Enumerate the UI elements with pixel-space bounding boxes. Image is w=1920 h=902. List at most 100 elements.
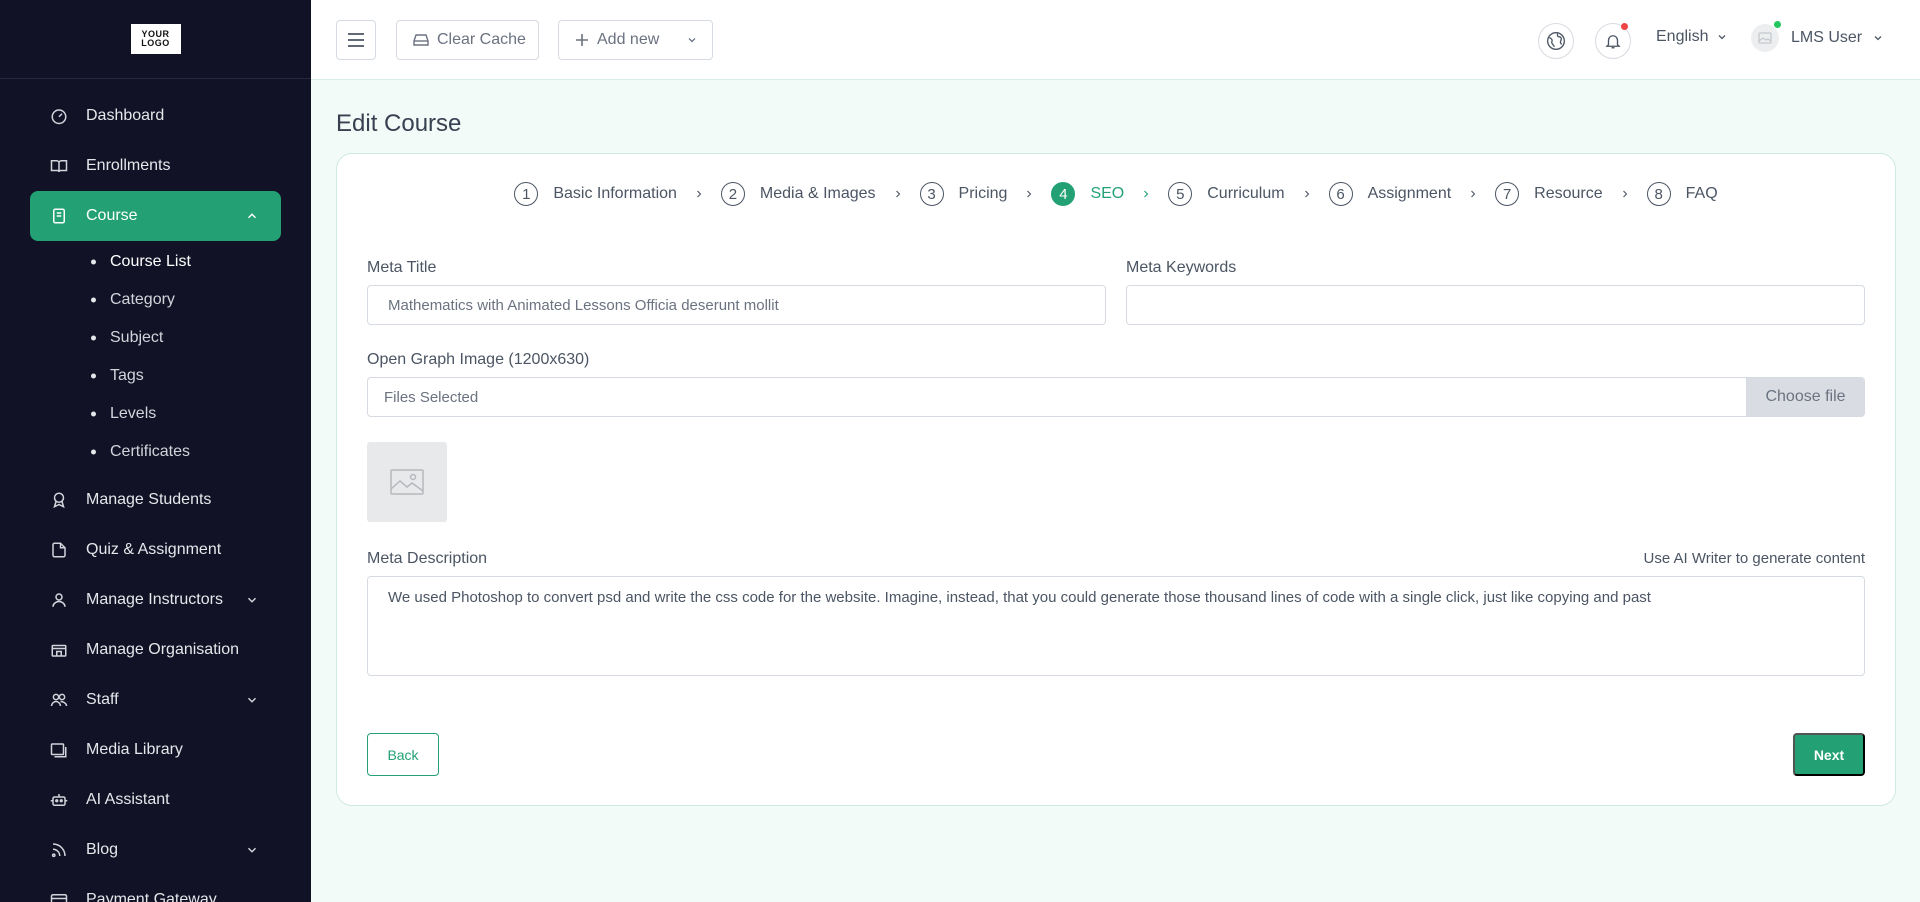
chevron-down-icon xyxy=(1874,36,1882,41)
submenu-item-subject[interactable]: Subject xyxy=(0,319,311,357)
avatar-placeholder-icon xyxy=(1758,32,1772,44)
credit-card-icon xyxy=(50,891,68,902)
meta-title-input[interactable]: Mathematics with Animated Lessons Offici… xyxy=(367,285,1106,325)
step-number: 7 xyxy=(1495,182,1520,206)
back-button[interactable]: Back xyxy=(367,733,439,776)
online-status-dot xyxy=(1774,21,1781,28)
book-open-icon xyxy=(50,157,68,175)
sidebar-item-blog[interactable]: Blog xyxy=(30,825,281,875)
step-number: 3 xyxy=(919,182,944,206)
course-submenu: Course List Category Subject Tags Levels… xyxy=(0,241,311,475)
file-icon xyxy=(50,541,68,559)
step-number: 8 xyxy=(1646,182,1671,206)
image-placeholder-icon xyxy=(390,469,424,495)
sidebar: YOUR LOGO Dashboard Enrollments Course C… xyxy=(0,0,311,902)
sidebar-item-label: Enrollments xyxy=(86,157,171,174)
sidebar-item-label: Dashboard xyxy=(86,107,165,124)
page-title: Edit Course xyxy=(336,110,462,137)
hamburger-icon xyxy=(348,33,364,47)
user-menu[interactable]: LMS User xyxy=(1751,21,1884,52)
logo[interactable]: YOUR LOGO xyxy=(130,24,181,54)
chevron-right-icon xyxy=(693,187,705,201)
sidebar-item-label: Blog xyxy=(86,841,119,858)
meta-description-label: Meta Description xyxy=(367,550,488,567)
sidebar-item-label: Staff xyxy=(86,691,119,708)
user-icon xyxy=(50,591,68,609)
chevron-down-icon xyxy=(1719,35,1726,40)
chevron-right-icon xyxy=(1467,187,1479,201)
logo-text-line2: LOGO xyxy=(141,38,170,48)
notification-dot xyxy=(1621,23,1628,30)
step-label: FAQ xyxy=(1685,185,1718,202)
step-label: SEO xyxy=(1090,185,1125,202)
submenu-item-tags[interactable]: Tags xyxy=(0,357,311,395)
menu-toggle-button[interactable] xyxy=(336,20,376,60)
submenu-item-certificates[interactable]: Certificates xyxy=(0,433,311,471)
step-assignment[interactable]: 6 Assignment xyxy=(1328,182,1452,206)
step-label: Pricing xyxy=(958,185,1008,202)
og-image-preview xyxy=(367,442,447,522)
step-curriculum[interactable]: 5 Curriculum xyxy=(1168,182,1285,206)
sidebar-item-quiz-assignment[interactable]: Quiz & Assignment xyxy=(30,525,281,575)
ai-writer-link[interactable]: Use AI Writer to generate content xyxy=(1643,550,1865,576)
globe-button[interactable] xyxy=(1538,23,1574,59)
sidebar-item-ai-assistant[interactable]: AI Assistant xyxy=(30,775,281,825)
step-faq[interactable]: 8 FAQ xyxy=(1646,182,1718,206)
sidebar-item-manage-instructors[interactable]: Manage Instructors xyxy=(30,575,281,625)
chevron-up-icon xyxy=(245,209,259,223)
add-new-label: Add new xyxy=(597,31,660,48)
sidebar-item-payment-gateway[interactable]: Payment Gateway xyxy=(30,875,281,902)
building-icon xyxy=(50,641,68,659)
step-number: 2 xyxy=(720,182,745,206)
logo-area: YOUR LOGO xyxy=(0,0,311,79)
sidebar-item-manage-students[interactable]: Manage Students xyxy=(30,475,281,525)
step-label: Media & Images xyxy=(759,185,876,202)
images-icon xyxy=(50,741,68,759)
gauge-icon xyxy=(50,107,68,125)
step-label: Assignment xyxy=(1367,185,1452,202)
chevron-down-icon xyxy=(245,843,259,857)
submenu-item-course-list[interactable]: Course List xyxy=(0,243,311,281)
step-pricing[interactable]: 3 Pricing xyxy=(919,182,1008,206)
stepper: 1 Basic Information 2 Media & Images 3 P… xyxy=(337,182,1895,206)
meta-title-group: Meta Title Mathematics with Animated Les… xyxy=(367,259,1106,325)
notifications-button[interactable] xyxy=(1595,23,1631,59)
step-media-images[interactable]: 2 Media & Images xyxy=(720,182,876,206)
sidebar-item-enrollments[interactable]: Enrollments xyxy=(30,141,281,191)
sidebar-item-staff[interactable]: Staff xyxy=(30,675,281,725)
submenu-item-levels[interactable]: Levels xyxy=(0,395,311,433)
sidebar-item-media-library[interactable]: Media Library xyxy=(30,725,281,775)
og-image-label: Open Graph Image (1200x630) xyxy=(367,351,590,368)
sidebar-item-label: Manage Instructors xyxy=(86,591,223,608)
user-name: LMS User xyxy=(1791,29,1863,46)
document-icon xyxy=(50,207,68,225)
chevron-right-icon xyxy=(1023,187,1035,201)
globe-icon xyxy=(1547,32,1565,50)
next-button[interactable]: Next xyxy=(1793,733,1865,776)
step-resource[interactable]: 7 Resource xyxy=(1495,182,1603,206)
meta-keywords-label: Meta Keywords xyxy=(1126,259,1237,276)
sidebar-item-course[interactable]: Course xyxy=(30,191,281,241)
step-basic-information[interactable]: 1 Basic Information xyxy=(514,182,677,206)
clear-cache-button[interactable]: Clear Cache xyxy=(396,20,539,60)
sidebar-item-label: Quiz & Assignment xyxy=(86,541,222,558)
meta-keywords-input[interactable] xyxy=(1126,285,1865,325)
meta-keywords-group: Meta Keywords xyxy=(1126,259,1865,325)
sidebar-item-dashboard[interactable]: Dashboard xyxy=(30,91,281,141)
add-new-button[interactable]: Add new xyxy=(558,20,713,60)
drive-icon xyxy=(413,34,429,46)
submenu-item-category[interactable]: Category xyxy=(0,281,311,319)
users-icon xyxy=(50,691,68,709)
chevron-down-icon xyxy=(245,693,259,707)
meta-description-textarea[interactable]: We used Photoshop to convert psd and wri… xyxy=(367,576,1865,676)
language-selector[interactable]: English xyxy=(1656,28,1728,46)
robot-icon xyxy=(50,791,68,809)
og-image-file-input[interactable]: Files Selected Choose file xyxy=(367,377,1865,417)
step-seo[interactable]: 4 SEO xyxy=(1051,182,1124,206)
sidebar-item-manage-organisation[interactable]: Manage Organisation xyxy=(30,625,281,675)
sidebar-item-label: AI Assistant xyxy=(86,791,170,808)
meta-title-label: Meta Title xyxy=(367,259,437,276)
sidebar-nav: Dashboard Enrollments Course Course List… xyxy=(0,79,311,902)
sidebar-item-label: Payment Gateway xyxy=(86,891,217,902)
choose-file-button[interactable]: Choose file xyxy=(1746,378,1864,416)
